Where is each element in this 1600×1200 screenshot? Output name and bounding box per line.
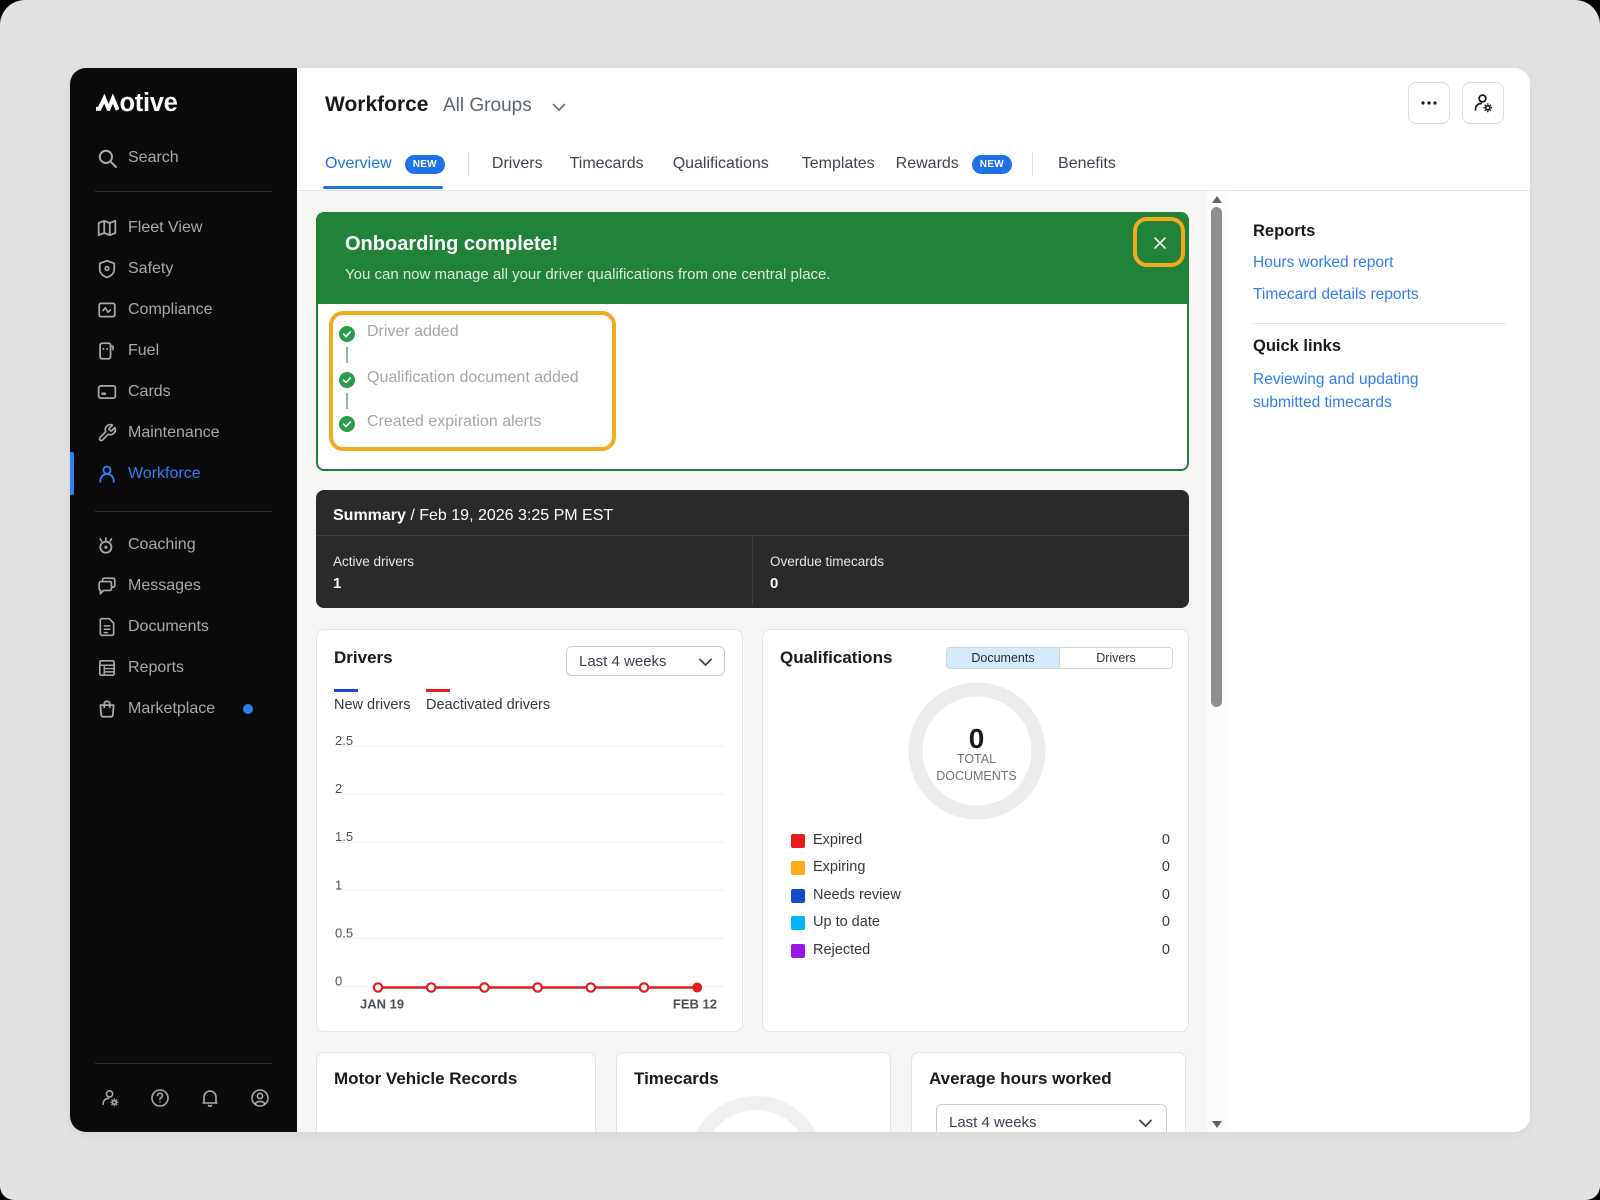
svg-text:otive: otive (120, 89, 178, 117)
svg-text:FEB 12: FEB 12 (673, 997, 717, 1012)
svg-text:JAN 19: JAN 19 (360, 997, 404, 1012)
